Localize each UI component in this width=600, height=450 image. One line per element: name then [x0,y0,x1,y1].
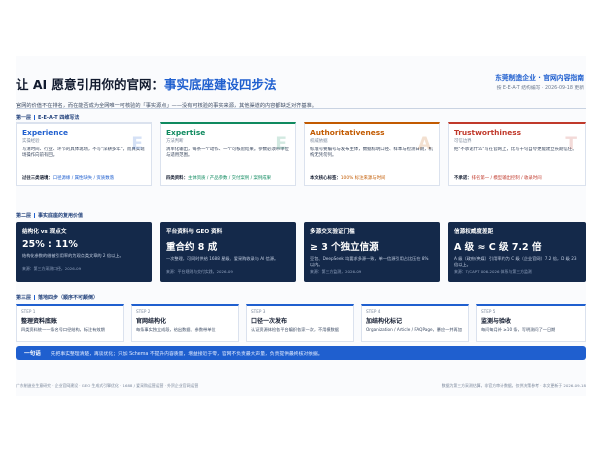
intro-text: 官网的价值不在排名，而在能否成为全网唯一可核验的「事实源点」——没有可核验的事实… [16,103,317,109]
card-subtitle: 权威依据 [310,139,328,144]
title-prefix: 让 AI 愿意引用你的官网： [16,77,165,92]
brand-label: 东莞制造企业 · 官网内容指南 [495,74,584,82]
section-label-reuse: 第二层 事实底座的复用价值 [16,212,83,219]
reuse-card-value: 重合约 8 成 [166,242,218,253]
step-description: 认证资源体检各平台编织各家一次，不用模数据 [251,327,339,332]
card-footer-key: 四类资料： [166,176,188,181]
step-heading: 监测与验收 [481,318,512,325]
section-bar [34,213,36,218]
card-footer-key: 不承诺： [454,176,472,181]
reuse-card-heading: 结构化 vs 观点文 [22,229,67,235]
section-bar [34,295,36,300]
step-heading: 口径一次发布 [251,318,288,325]
eeat-card-experience: Experience 实操经验 写清时间、行业、环节的具体现场，不写"深耕多年"… [16,122,152,186]
step-card: STEP 3 口径一次发布 认证资源体检各平台编织各家一次，不用模数据 [246,304,354,342]
reuse-card-source: 来源：平台规则与交付实践，2026-09 [166,269,233,274]
reuse-card: 信源权威度差距 A 级 ≈ C 级 7.2 倍 A 级（政府/央媒）引用率约为 … [448,222,586,282]
card-name: Expertise [166,128,206,137]
card-footer-key: 本文核心标签： [310,176,341,181]
card-letter: E [275,134,287,154]
step-number: STEP 2 [136,309,151,314]
eeat-card-expertise: Expertise 方法判断 清单化输出，每条一个动作、一个可核验结果。参数必须… [160,122,296,186]
step-heading: 官网结构化 [136,318,167,325]
step-heading: 整理资料底账 [21,318,58,325]
summary-text: 先把事实整理清楚，再谈优化；只加 Schema 不提升内容质量，增益接近于零，官… [50,351,323,357]
reuse-card-value: 25% : 11% [22,239,78,250]
eeat-card-authoritativeness: Authoritativeness 权威依据 标准号要编号与发布主体，数据标明口… [304,122,440,186]
card-subtitle: 方法判断 [166,139,184,144]
section-label-eeat: 第一层 E-E-A-T 四维写法 [16,114,79,121]
section-label-steps: 第三层 落地四步（顺序不可颠倒） [16,294,98,301]
footer-disclaimer: 数据为第三方采测估算，非官方审计数据，仅供决策参考 · 本文更新于 2026-0… [441,383,586,388]
card-footer: 过往三类语境：口径源缘 / 属性缺失 / 资质数落 [22,175,114,181]
summary-bar: 一句话 先把事实整理清楚，再谈优化；只加 Schema 不提升内容质量，增益接近… [16,346,586,360]
section-bar [34,115,36,120]
slide: 让 AI 愿意引用你的官网：事实底座建设四步法 东莞制造企业 · 官网内容指南 … [16,56,586,396]
reuse-card-value: ≥ 3 个独立信源 [310,242,379,253]
section-title: 落地四步（顺序不可颠倒） [38,295,99,301]
step-card: STEP 4 加结构化标记 Organization / Article / F… [361,304,469,342]
card-footer-value: 100% 标注来源与时间 [340,176,386,181]
brand-subtitle: 按 E-E-A-T 结构编写 · 2026-09-18 更新 [496,86,584,91]
title-accent: 事实底座建设四步法 [164,77,277,92]
section-no: 第一层 [16,115,32,121]
step-description: 每条事实独立成段，给出数据、参数带单位 [136,327,216,332]
summary-key: 一句话 [24,351,41,357]
section-title: E-E-A-T 四维写法 [38,115,80,121]
card-letter: A [417,134,431,154]
page-title: 让 AI 愿意引用你的官网：事实底座建设四步法 [16,74,277,93]
step-description: 每问每月补 ≥10 条，写明测问了一日期 [481,327,556,332]
step-number: STEP 4 [366,309,381,314]
card-description: 写清时间、行业、环节的具体现场，不写"深耕多年"，而真实现场操作向前有回。 [22,147,145,158]
card-footer: 不承诺：排名第一 / 模型输出控制 / 收录时间 [454,175,542,181]
step-description: Organization / Article / FAQPage，暴应一并再加 [366,327,462,332]
reuse-card: 平台资料与 GEO 资料 重合约 8 成 一次整理，可同时供给 1688 星级、… [160,222,296,282]
footer-tags: 广东制造业生意研究 · 企业官网建设 · GEO 生成式引擎优化 · 1688 … [16,383,199,388]
card-description: 把"不承诺什么"写在官网上，比写十句自夸更能建立长期信任。 [454,147,577,152]
card-letter: T [565,134,577,154]
reuse-card-heading: 平台资料与 GEO 资料 [166,229,223,235]
reuse-card-heading: 信源权威度差距 [454,229,494,235]
step-number: STEP 5 [481,309,496,314]
step-number: STEP 1 [21,309,36,314]
card-name: Trustworthiness [454,128,522,137]
step-card: STEP 2 官网结构化 每条事实独立成段，给出数据、参数带单位 [131,304,239,342]
card-name: Authoritativeness [310,128,385,137]
section-title: 事实底座的复用价值 [38,213,84,219]
card-description: 清单化输出，每条一个动作、一个可核验结果。参数必须带单位与适用范围。 [166,147,289,158]
card-name: Experience [22,128,68,137]
card-letter: E [131,134,143,154]
reuse-card-description: 结构化参数的借被引用率的为观点类文章的 2 倍以上。 [22,253,124,258]
reuse-card-source: 来源：T/CAPT 006-2026 体系与第三方监测 [454,269,532,274]
reuse-card: 多源交叉验证门槛 ≥ 3 个独立信源 豆包、DeepSeek 均要求多源一致，单… [304,222,440,282]
card-footer: 四类资料：主体资质 / 产品参数 / 交付案例 / 案例成果 [166,175,271,181]
step-card: STEP 5 监测与验收 每问每月补 ≥10 条，写明测问了一日期 [476,304,586,342]
reuse-card-description: 一次整理，可同时供给 1688 星级、爱采购收录与 AI 信源。 [166,256,279,261]
reuse-card-value: A 级 ≈ C 级 7.2 倍 [454,242,542,253]
reuse-card-heading: 多源交叉验证门槛 [310,229,355,235]
card-footer-value: 排名第一 / 模型输出控制 / 收录时间 [471,176,542,181]
reuse-card-description: 豆包、DeepSeek 均要求多源一致，单一信源引用占比压在 8% 以内。 [310,256,429,267]
card-footer-value: 口径源缘 / 属性缺失 / 资质数落 [52,176,114,181]
reuse-card: 结构化 vs 观点文 25% : 11% 结构化参数的借被引用率的为观点类文章的… [16,222,152,282]
section-no: 第二层 [16,213,32,219]
reuse-card-source: 来源：第三方采测口径，2026-09 [22,266,82,271]
step-card: STEP 1 整理资料底账 四类资料统一一条名号口径结构，标注有效期 [16,304,124,342]
section-no: 第三层 [16,295,32,301]
card-footer-value: 主体资质 / 产品参数 / 交付案例 / 案例成果 [187,176,272,181]
card-footer: 本文核心标签：100% 标注来源与时间 [310,175,385,181]
reuse-card-source: 来源：第三方监测，2026-09 [310,269,362,274]
step-number: STEP 3 [251,309,266,314]
card-footer-key: 过往三类语境： [22,176,53,181]
card-description: 标准号要编号与发布主体，数据标明口径、样本与检测日期，机构无凭勿列。 [310,147,433,158]
card-subtitle: 可信边界 [454,139,472,144]
card-subtitle: 实操经验 [22,139,40,144]
reuse-card-description: A 级（政府/央媒）引用率约为 C 级（企业官网）7.2 倍，D 级 23 倍以… [454,256,577,267]
slide-header: 让 AI 愿意引用你的官网：事实底座建设四步法 东莞制造企业 · 官网内容指南 … [16,68,586,109]
step-description: 四类资料统一一条名号口径结构，标注有效期 [21,327,105,332]
eeat-card-trustworthiness: Trustworthiness 可信边界 把"不承诺什么"写在官网上，比写十句自… [448,122,586,186]
step-heading: 加结构化标记 [366,318,403,325]
